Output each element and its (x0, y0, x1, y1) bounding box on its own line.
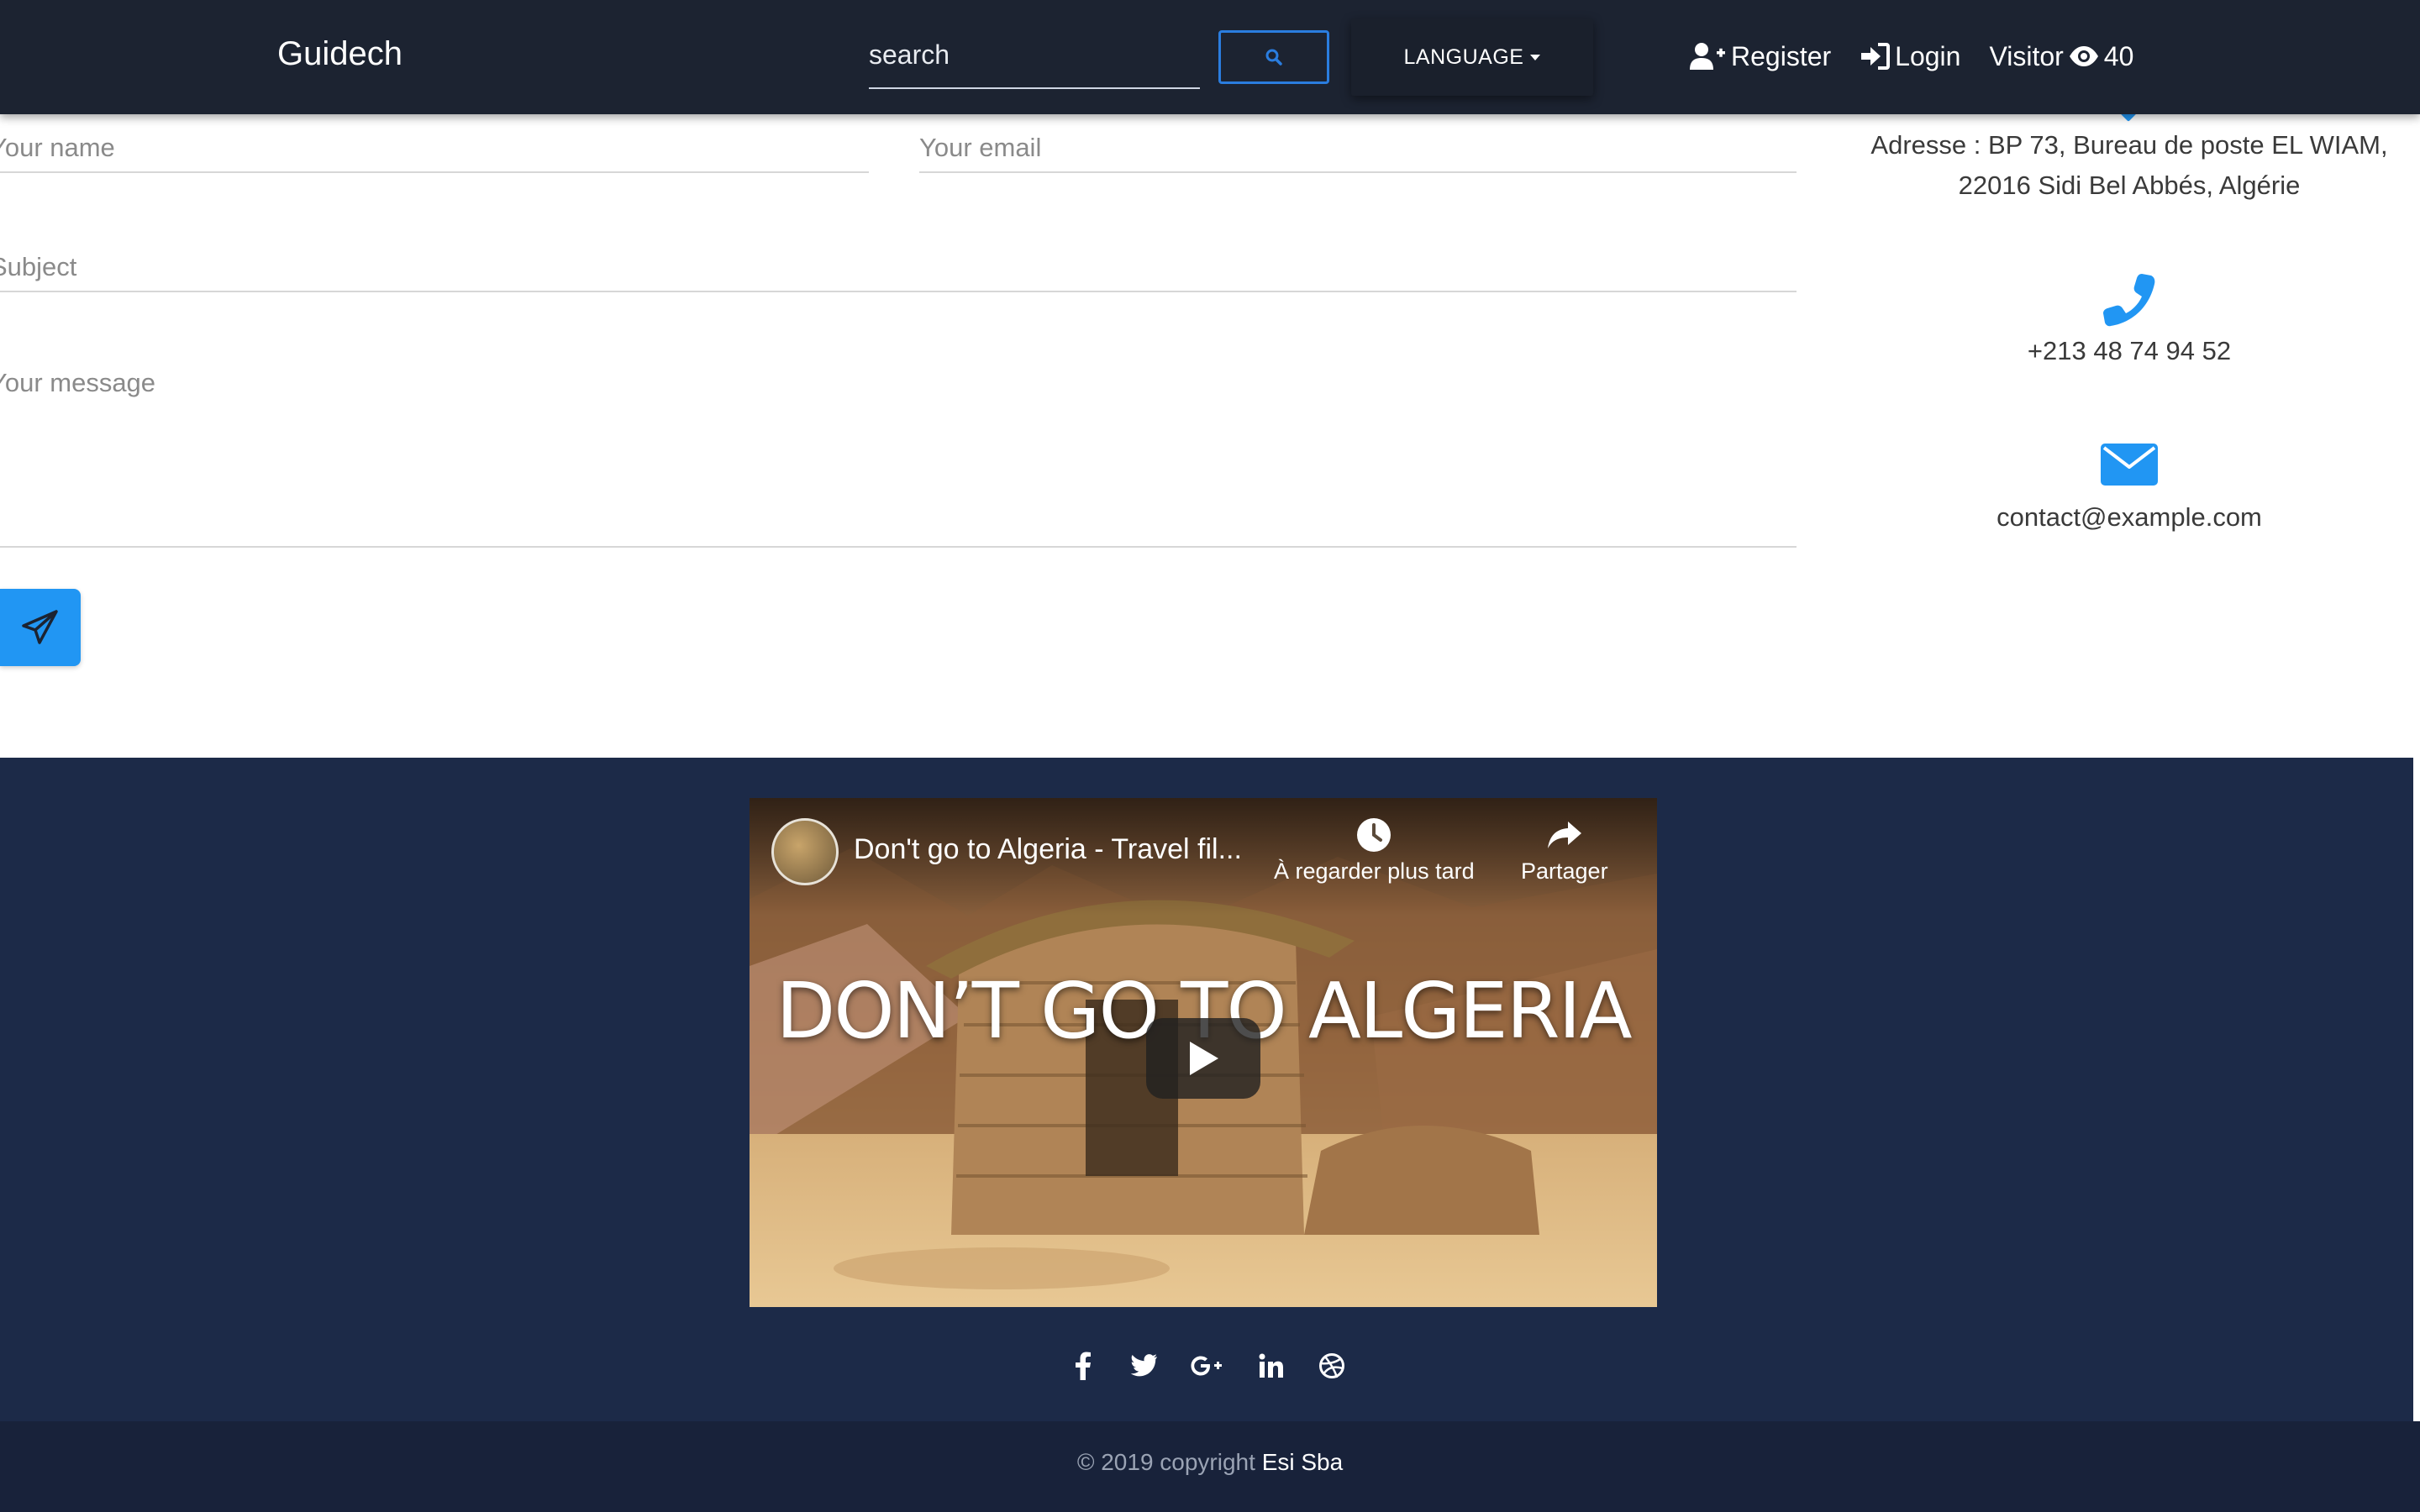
video-embed[interactable]: Don't go to Algeria - Travel fil... À re… (750, 798, 1657, 1307)
brand-logo[interactable]: Guidech (277, 35, 402, 73)
paper-plane-icon (22, 610, 58, 644)
register-label: Register (1731, 40, 1832, 71)
phone-number[interactable]: +213 48 74 94 52 (1849, 331, 2410, 371)
share-icon (1547, 822, 1581, 848)
phone-icon (2103, 274, 2155, 327)
visitor-counter: Visitor 40 (1989, 41, 2133, 72)
email-input[interactable] (919, 124, 1797, 171)
register-link[interactable]: Register (1689, 41, 1831, 72)
play-button[interactable] (1146, 1018, 1260, 1099)
google-plus-icon[interactable] (1188, 1350, 1227, 1382)
address: Adresse : BP 73, Bureau de poste EL WIAM… (1849, 125, 2410, 206)
sign-in-icon (1861, 43, 1891, 70)
twitter-icon[interactable] (1128, 1350, 1160, 1382)
copyright-owner-link[interactable]: Esi Sba (1262, 1449, 1344, 1475)
play-icon (1190, 1042, 1218, 1075)
language-dropdown[interactable]: LANGUAGE (1351, 18, 1593, 96)
navbar: Guidech LANGUAGE Register Log (0, 0, 2420, 114)
channel-avatar[interactable] (771, 818, 839, 885)
watch-later-label: À regarder plus tard (1274, 858, 1475, 884)
visitor-count: 40 (2103, 40, 2134, 71)
nav-links: Register Login Visitor 40 (1689, 37, 2133, 76)
contact-email[interactable]: contact@example.com (1849, 497, 2410, 538)
watch-later-button[interactable]: À regarder plus tard (1274, 816, 1475, 885)
message-field[interactable] (0, 363, 1797, 548)
envelope-icon (2101, 444, 2158, 486)
clock-icon (1357, 818, 1392, 852)
message-textarea[interactable] (0, 363, 1797, 546)
subject-field[interactable] (0, 244, 1797, 292)
language-label: LANGUAGE (1403, 45, 1524, 69)
visitor-label: Visitor (1989, 40, 2064, 71)
login-link[interactable]: Login (1860, 41, 1960, 72)
subject-input[interactable] (0, 244, 1797, 291)
name-input[interactable] (0, 124, 869, 171)
social-links (1067, 1344, 1348, 1388)
dribbble-icon[interactable] (1316, 1350, 1348, 1382)
copyright: © 2019 copyright Esi Sba (0, 1449, 2420, 1476)
search-input[interactable] (869, 30, 1200, 87)
name-field[interactable] (0, 124, 869, 173)
user-plus-icon (1690, 43, 1725, 70)
caret-down-icon (1530, 54, 1541, 60)
email-field[interactable] (919, 124, 1797, 173)
login-label: Login (1895, 40, 1961, 71)
facebook-icon[interactable] (1067, 1350, 1099, 1382)
send-button[interactable] (0, 589, 81, 666)
copyright-text: © 2019 copyright (1076, 1449, 1255, 1475)
eye-icon (2069, 46, 2098, 66)
linkedin-icon[interactable] (1255, 1350, 1287, 1382)
address-line-1: Adresse : BP 73, Bureau de poste EL WIAM… (1870, 130, 2388, 160)
address-line-2: 22016 Sidi Bel Abbés, Algérie (1958, 171, 2301, 200)
search-icon (1265, 49, 1282, 66)
video-title[interactable]: Don't go to Algeria - Travel fil... (854, 833, 1242, 866)
share-button[interactable]: Partager (1521, 816, 1608, 885)
search-field[interactable] (869, 30, 1200, 89)
share-label: Partager (1521, 858, 1608, 884)
search-button[interactable] (1218, 30, 1329, 84)
